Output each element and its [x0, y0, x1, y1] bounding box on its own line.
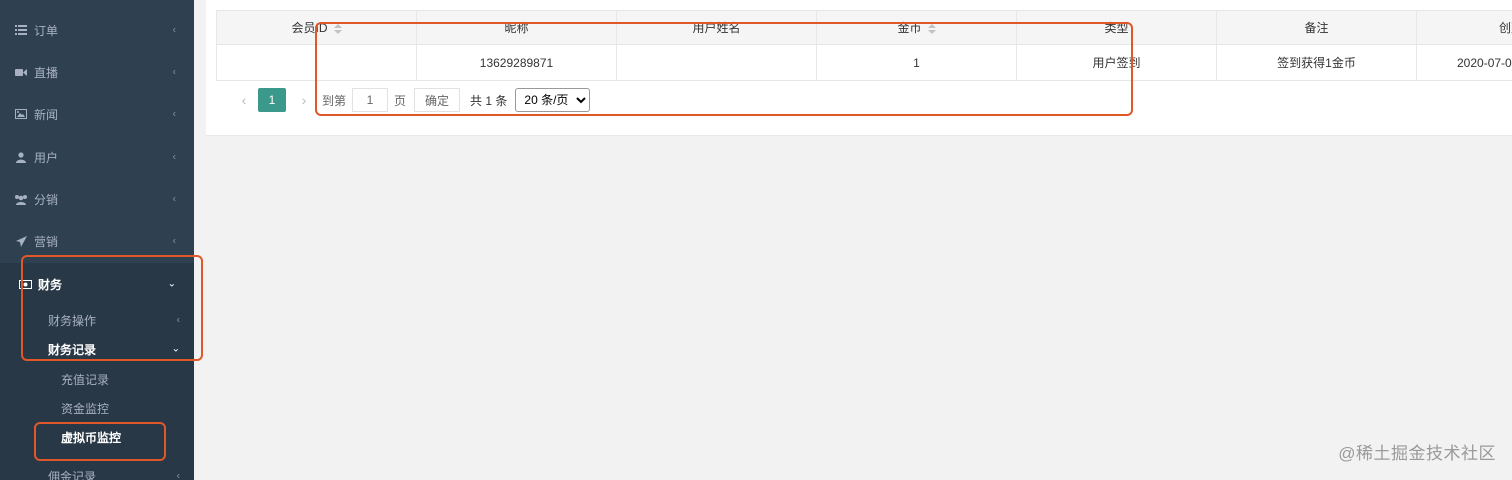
goto-label: 到第 — [322, 93, 347, 108]
chevron-left-icon: ‹ — [172, 193, 176, 205]
sidebar: 订单 ‹ 直播 ‹ 新闻 ‹ 用户 ‹ 分销 ‹ 营销 ‹ 财务 ⌄ 财务操作 … — [0, 0, 194, 480]
money-icon — [18, 277, 32, 291]
sidebar-item-commission-records[interactable]: 佣金记录 ‹ — [0, 462, 194, 480]
chevron-left-icon: ‹ — [172, 108, 176, 120]
cell-remark: 签到获得1金币 — [1216, 44, 1417, 81]
cell-username — [616, 44, 817, 81]
sub-item-label: 佣金记录 — [48, 469, 97, 480]
total-count: 共 1 条 — [470, 93, 508, 108]
cell-member-id — [216, 44, 417, 81]
nav-item-orders[interactable]: 订单 ‹ — [0, 9, 194, 51]
confirm-button[interactable]: 确定 — [414, 88, 461, 112]
table-row: 13629289871 1 用户签到 签到获得1金币 2020-07-0 — [216, 44, 1512, 81]
current-page-button[interactable]: 1 — [258, 88, 286, 112]
page-size-select[interactable]: 10 条/页20 条/页30 条/页40 条/页50 条/页 — [515, 88, 591, 112]
sidebar-item-recharge-records[interactable]: 充值记录 — [0, 365, 194, 393]
column-header-username: 用户姓名 — [616, 10, 817, 45]
paper-plane-icon — [14, 234, 28, 248]
chevron-left-icon: ‹ — [176, 314, 180, 326]
image-icon — [14, 107, 28, 121]
chevron-down-icon: ⌄ — [167, 278, 176, 290]
watermark: @稀土掘金技术社区 — [1338, 444, 1496, 463]
header-label: 备注 — [1304, 21, 1329, 35]
main-content: 会员ID 昵称 用户姓名 金币 类型 备注 创建 13629289871 1 用… — [194, 0, 1512, 480]
column-header-remark: 备注 — [1216, 10, 1417, 45]
nav-item-users[interactable]: 用户 ‹ — [0, 136, 194, 178]
nav-item-news[interactable]: 新闻 ‹ — [0, 93, 194, 135]
pagination: ‹ 1 › 到第 页 确定 共 1 条 10 条/页20 条/页30 条/页40… — [232, 88, 591, 112]
sort-icon[interactable] — [927, 23, 936, 34]
cell-coins: 1 — [816, 44, 1017, 81]
column-header-created: 创建 — [1416, 10, 1512, 45]
sub-item-label: 充值记录 — [61, 372, 110, 387]
column-header-member-id[interactable]: 会员ID — [216, 10, 417, 45]
cell-nickname: 13629289871 — [416, 44, 617, 81]
nav-item-label: 新闻 — [34, 107, 59, 122]
header-label: 创建 — [1499, 21, 1512, 35]
header-label: 用户姓名 — [692, 21, 741, 35]
column-header-type: 类型 — [1016, 10, 1217, 45]
table-panel: 会员ID 昵称 用户姓名 金币 类型 备注 创建 13629289871 1 用… — [206, 0, 1512, 136]
chevron-left-icon: ‹ — [172, 151, 176, 163]
cell-type: 用户签到 — [1016, 44, 1217, 81]
nav-item-label: 营销 — [34, 234, 59, 249]
page-number-input[interactable] — [352, 88, 389, 112]
page-unit-label: 页 — [394, 93, 407, 108]
data-table: 会员ID 昵称 用户姓名 金币 类型 备注 创建 13629289871 1 用… — [216, 10, 1512, 81]
chevron-left-icon: ‹ — [176, 470, 180, 480]
chevron-down-icon: ⌄ — [171, 343, 180, 355]
header-label: 昵称 — [504, 21, 529, 35]
video-camera-icon — [14, 65, 28, 79]
header-label: 会员ID — [291, 21, 328, 35]
next-page-icon[interactable]: › — [292, 92, 316, 108]
nav-item-label: 直播 — [34, 65, 59, 80]
table-header-row: 会员ID 昵称 用户姓名 金币 类型 备注 创建 — [216, 10, 1512, 45]
chevron-left-icon: ‹ — [172, 66, 176, 78]
nav-item-marketing[interactable]: 营销 ‹ — [0, 220, 194, 262]
sub-item-label: 虚拟币监控 — [61, 430, 122, 445]
nav-item-label: 订单 — [34, 23, 59, 38]
nav-item-distribution[interactable]: 分销 ‹ — [0, 178, 194, 220]
sidebar-item-finance-operations[interactable]: 财务操作 ‹ — [0, 306, 194, 334]
prev-page-icon[interactable]: ‹ — [232, 92, 256, 108]
nav-item-finance[interactable]: 财务 ⌄ — [0, 263, 194, 305]
sidebar-item-fund-monitor[interactable]: 资金监控 — [0, 394, 194, 422]
chevron-left-icon: ‹ — [172, 235, 176, 247]
header-label: 金币 — [897, 21, 922, 35]
sub-item-label: 资金监控 — [61, 401, 110, 416]
user-icon — [14, 150, 28, 164]
users-icon — [14, 192, 28, 206]
list-icon — [14, 23, 28, 37]
sub-item-label: 财务操作 — [48, 313, 97, 328]
nav-item-label: 用户 — [34, 150, 59, 165]
chevron-left-icon: ‹ — [172, 24, 176, 36]
nav-item-live[interactable]: 直播 ‹ — [0, 51, 194, 93]
sidebar-item-virtual-coin-monitor[interactable]: 虚拟币监控 — [0, 423, 194, 451]
sub-item-label: 财务记录 — [48, 342, 97, 357]
sidebar-item-finance-records[interactable]: 财务记录 ⌄ — [0, 335, 194, 363]
column-header-nickname: 昵称 — [416, 10, 617, 45]
header-label: 类型 — [1104, 21, 1129, 35]
nav-item-label: 财务 — [38, 277, 63, 292]
nav-item-label: 分销 — [34, 192, 59, 207]
cell-created: 2020-07-0 — [1416, 44, 1512, 81]
column-header-coins[interactable]: 金币 — [816, 10, 1017, 45]
sort-icon[interactable] — [333, 23, 342, 34]
